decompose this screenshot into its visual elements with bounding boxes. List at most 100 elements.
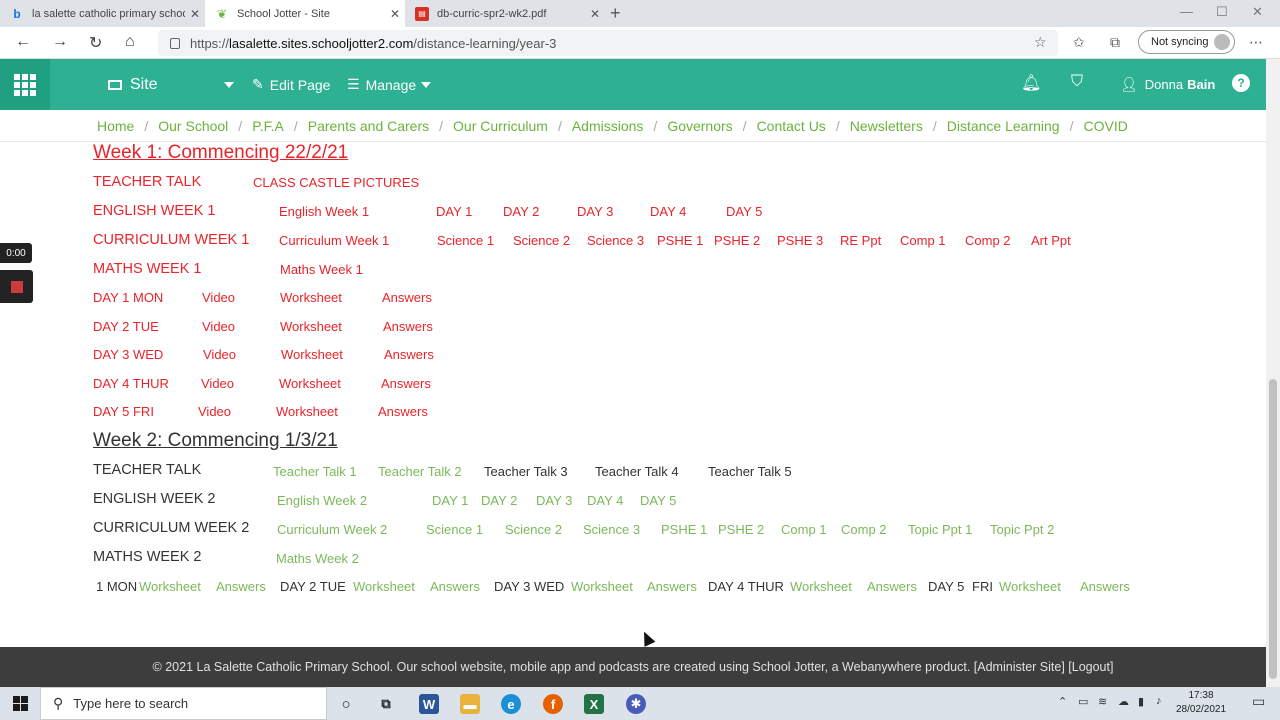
refresh-icon[interactable]: ↻ bbox=[89, 33, 102, 53]
week1-curriculum-item[interactable]: PSHE 1 bbox=[657, 233, 703, 248]
app-gear-icon[interactable]: ✱ bbox=[626, 694, 646, 714]
forward-icon[interactable]: → bbox=[52, 33, 68, 51]
excel-icon[interactable]: X bbox=[584, 694, 604, 714]
menu-pfa[interactable]: P.F.A bbox=[252, 118, 284, 134]
week1-heading[interactable]: Week 1: Commencing 22/2/21 bbox=[93, 142, 348, 164]
week1-answers-link[interactable]: Answers bbox=[382, 290, 432, 305]
maximize-icon[interactable]: ☐ bbox=[1216, 4, 1228, 20]
week2-answers-link[interactable]: Answers bbox=[430, 579, 480, 594]
week1-curriculum-item[interactable]: Comp 1 bbox=[900, 233, 946, 248]
week2-worksheet-link[interactable]: Worksheet bbox=[139, 579, 201, 594]
menu-our-curriculum[interactable]: Our Curriculum bbox=[453, 118, 548, 134]
firefox-icon[interactable]: f bbox=[543, 694, 563, 714]
week2-english-day-link[interactable]: DAY 1 bbox=[432, 493, 468, 508]
week2-answers-link[interactable]: Answers bbox=[1080, 579, 1130, 594]
cortana-icon[interactable]: ○ bbox=[336, 694, 356, 714]
week1-english-day-link[interactable]: DAY 3 bbox=[577, 204, 613, 219]
minimize-icon[interactable]: — bbox=[1180, 4, 1193, 19]
week2-curriculum-item[interactable]: Science 1 bbox=[426, 522, 483, 537]
scrollbar-thumb[interactable] bbox=[1269, 379, 1277, 679]
week1-curriculum-item[interactable]: Science 3 bbox=[587, 233, 644, 248]
week1-teacher-talk[interactable]: TEACHER TALK bbox=[93, 174, 201, 190]
week1-castle-pictures-link[interactable]: CLASS CASTLE PICTURES bbox=[253, 175, 419, 190]
wifi-icon[interactable]: ≋ bbox=[1098, 695, 1107, 708]
week2-teacher-talk-link[interactable]: Teacher Talk 2 bbox=[378, 464, 462, 479]
week2-teacher-talk-link[interactable]: Teacher Talk 1 bbox=[273, 464, 357, 479]
home-icon[interactable]: ⌂ bbox=[125, 33, 135, 51]
week2-curriculum-link[interactable]: Curriculum Week 2 bbox=[277, 522, 387, 537]
week2-worksheet-link[interactable]: Worksheet bbox=[999, 579, 1061, 594]
week1-video-link[interactable]: Video bbox=[202, 290, 235, 305]
start-button[interactable] bbox=[0, 687, 40, 720]
week1-curriculum-item[interactable]: PSHE 2 bbox=[714, 233, 760, 248]
word-icon[interactable]: W bbox=[419, 694, 439, 714]
week2-curriculum-item[interactable]: PSHE 2 bbox=[718, 522, 764, 537]
week1-answers-link[interactable]: Answers bbox=[381, 376, 431, 391]
week1-english-day-link[interactable]: DAY 5 bbox=[726, 204, 762, 219]
week2-english-day-link[interactable]: DAY 2 bbox=[481, 493, 517, 508]
week2-maths-link[interactable]: Maths Week 2 bbox=[276, 551, 359, 566]
add-favorite-icon[interactable]: ☆ bbox=[1034, 34, 1047, 51]
week2-curriculum-item[interactable]: Topic Ppt 2 bbox=[990, 522, 1054, 537]
week1-curriculum-item[interactable]: Science 2 bbox=[513, 233, 570, 248]
week1-answers-link[interactable]: Answers bbox=[384, 347, 434, 362]
menu-governors[interactable]: Governors bbox=[667, 118, 732, 134]
close-icon[interactable]: ✕ bbox=[185, 7, 205, 21]
task-view-icon[interactable]: ⧉ bbox=[376, 694, 396, 714]
close-icon[interactable]: ✕ bbox=[585, 7, 605, 21]
week2-curriculum-item[interactable]: PSHE 1 bbox=[661, 522, 707, 537]
week2-curriculum-item[interactable]: Comp 2 bbox=[841, 522, 887, 537]
user-menu[interactable]: 👤︎ Donna Bain bbox=[1120, 59, 1215, 110]
week1-answers-link[interactable]: Answers bbox=[383, 319, 433, 334]
menu-newsletters[interactable]: Newsletters bbox=[850, 118, 923, 134]
menu-our-school[interactable]: Our School bbox=[158, 118, 228, 134]
week1-curriculum-item[interactable]: PSHE 3 bbox=[777, 233, 823, 248]
week2-curriculum-item[interactable]: Topic Ppt 1 bbox=[908, 522, 972, 537]
week2-answers-link[interactable]: Answers bbox=[216, 579, 266, 594]
tab-pdf[interactable]: ▤ db-curric-spr2-wk2.pdf ✕ bbox=[405, 0, 605, 27]
site-button[interactable]: Site bbox=[108, 59, 158, 110]
menu-contact-us[interactable]: Contact Us bbox=[757, 118, 826, 134]
week1-worksheet-link[interactable]: Worksheet bbox=[280, 319, 342, 334]
week2-curriculum-item[interactable]: Comp 1 bbox=[781, 522, 827, 537]
week1-video-link[interactable]: Video bbox=[201, 376, 234, 391]
week2-worksheet-link[interactable]: Worksheet bbox=[353, 579, 415, 594]
week1-curriculum-link[interactable]: Curriculum Week 1 bbox=[279, 233, 389, 248]
profile-sync-button[interactable]: Not syncing bbox=[1138, 30, 1235, 54]
week2-english-day-link[interactable]: DAY 5 bbox=[640, 493, 676, 508]
manage-button[interactable]: ☰ Manage bbox=[347, 59, 432, 110]
taskbar-search[interactable]: ⚲ Type here to search bbox=[40, 687, 327, 720]
more-icon[interactable]: ⋯ bbox=[1249, 34, 1263, 51]
tab-school-jotter[interactable]: ❦ School Jotter - Site ✕ bbox=[205, 0, 405, 27]
week1-curriculum-item[interactable]: Science 1 bbox=[437, 233, 494, 248]
week1-worksheet-link[interactable]: Worksheet bbox=[280, 290, 342, 305]
week1-english-day-link[interactable]: DAY 1 bbox=[436, 204, 472, 219]
week1-curriculum-item[interactable]: Comp 2 bbox=[965, 233, 1011, 248]
shield-icon[interactable]: ⛉ bbox=[1071, 73, 1083, 91]
apps-grid-button[interactable] bbox=[0, 59, 50, 110]
week2-answers-link[interactable]: Answers bbox=[647, 579, 697, 594]
week1-english-day-link[interactable]: DAY 2 bbox=[503, 204, 539, 219]
favorites-icon[interactable]: ✩ bbox=[1073, 34, 1085, 51]
week2-worksheet-link[interactable]: Worksheet bbox=[790, 579, 852, 594]
week2-answers-link[interactable]: Answers bbox=[867, 579, 917, 594]
menu-admissions[interactable]: Admissions bbox=[572, 118, 644, 134]
week1-curriculum-item[interactable]: Art Ppt bbox=[1031, 233, 1071, 248]
week1-maths-link[interactable]: Maths Week 1 bbox=[280, 262, 363, 277]
new-tab-icon[interactable]: + bbox=[610, 3, 621, 24]
close-window-icon[interactable]: ✕ bbox=[1252, 4, 1263, 20]
week2-worksheet-link[interactable]: Worksheet bbox=[571, 579, 633, 594]
page-scrollbar[interactable] bbox=[1266, 59, 1280, 687]
week2-curriculum-item[interactable]: Science 2 bbox=[505, 522, 562, 537]
week2-english-link[interactable]: English Week 2 bbox=[277, 493, 367, 508]
menu-parents-and-carers[interactable]: Parents and Carers bbox=[308, 118, 429, 134]
menu-distance-learning[interactable]: Distance Learning bbox=[947, 118, 1060, 134]
week1-english-day-link[interactable]: DAY 4 bbox=[650, 204, 686, 219]
edit-page-button[interactable]: ✎ Edit Page bbox=[252, 59, 330, 110]
week1-worksheet-link[interactable]: Worksheet bbox=[279, 376, 341, 391]
week2-english-day-link[interactable]: DAY 4 bbox=[587, 493, 623, 508]
week1-curriculum-item[interactable]: RE Ppt bbox=[840, 233, 881, 248]
edge-icon[interactable]: e bbox=[501, 694, 521, 714]
bell-icon[interactable]: 🔔︎ bbox=[1021, 73, 1041, 93]
week1-video-link[interactable]: Video bbox=[203, 347, 236, 362]
